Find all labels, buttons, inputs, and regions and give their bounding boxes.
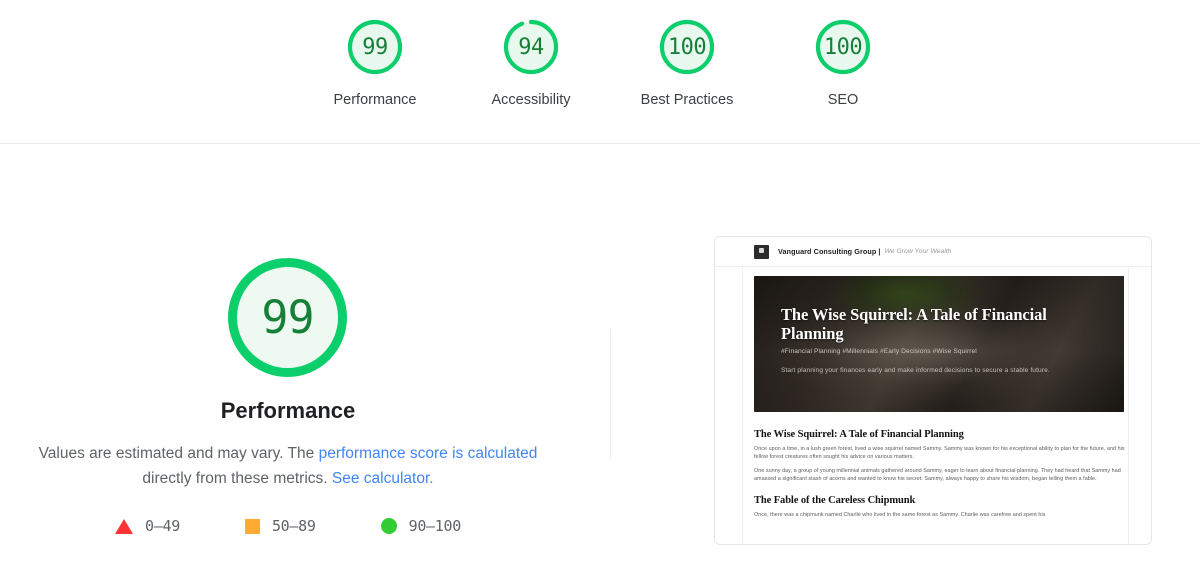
disclaimer-text-mid: directly from these metrics. (142, 470, 332, 487)
score-scale-legend: 0–49 50–89 90–100 (36, 517, 540, 535)
legend-range-average: 50–89 (271, 517, 316, 535)
legend-item-average: 50–89 (244, 517, 316, 535)
score-gauge-accessibility: 94 (500, 16, 562, 78)
category-score-accessibility[interactable]: 94 Accessibility (453, 16, 609, 108)
hero-tags: #Financial Planning #Millennials #Early … (781, 348, 977, 355)
category-score-seo[interactable]: 100 SEO (765, 16, 921, 108)
panel-divider (610, 329, 611, 459)
performance-summary-panel: 99 Performance Values are estimated and … (0, 144, 610, 578)
article-paragraph-2: One sunny day, a group of young millenni… (754, 467, 1121, 483)
score-gauge-performance: 99 (344, 16, 406, 78)
square-icon (244, 518, 260, 534)
triangle-icon (115, 518, 133, 534)
performance-score-calculated-link[interactable]: performance score is calculated (319, 445, 538, 462)
thumbnail-site-body: The Wise Squirrel: A Tale of Financial P… (715, 267, 1151, 412)
thumbnail-article: The Wise Squirrel: A Tale of Financial P… (715, 267, 1151, 544)
disclaimer-text-lead: Values are estimated and may vary. The (38, 445, 319, 462)
legend-range-pass: 90–100 (408, 517, 462, 535)
lighthouse-score-strip: 99 Performance 94 Accessibility 100 Best… (0, 0, 1200, 144)
score-gauge-seo: 100 (812, 16, 874, 78)
score-value-performance: 99 (362, 34, 388, 60)
performance-disclaimer: Values are estimated and may vary. The p… (18, 441, 558, 491)
performance-title: Performance (220, 398, 356, 423)
score-value-best-practices: 100 (667, 34, 707, 60)
score-value-seo: 100 (823, 34, 863, 60)
score-label-seo: SEO (827, 92, 859, 108)
thumbnail-site-header: Vanguard Consulting Group | We Grow Your… (715, 237, 1151, 267)
legend-item-fail: 0–49 (115, 517, 180, 535)
score-gauge-best-practices: 100 (656, 16, 718, 78)
article-heading-2: The Fable of the Careless Chipmunk (754, 494, 916, 506)
article-gutter-left (742, 267, 743, 544)
hero-subtitle: Start planning your finances early and m… (781, 367, 1050, 374)
score-label-performance: Performance (333, 92, 417, 108)
site-brand-name: Vanguard Consulting Group | (778, 247, 881, 256)
category-score-list: 99 Performance 94 Accessibility 100 Best… (297, 16, 921, 108)
circle-icon (380, 518, 397, 534)
category-score-performance[interactable]: 99 Performance (297, 16, 453, 108)
thumbnail-hero-banner: The Wise Squirrel: A Tale of Financial P… (754, 276, 1124, 412)
score-label-best-practices: Best Practices (640, 92, 734, 108)
see-calculator-link[interactable]: See calculator. (332, 470, 434, 487)
article-paragraph-3: Once, there was a chipmunk named Charlie… (754, 511, 1046, 518)
site-logo-icon (754, 244, 769, 259)
article-heading-1: The Wise Squirrel: A Tale of Financial P… (754, 429, 964, 440)
legend-range-fail: 0–49 (145, 517, 180, 535)
performance-gauge-large: 99 (222, 252, 353, 383)
final-screenshot-thumbnail[interactable]: Vanguard Consulting Group | We Grow Your… (714, 236, 1152, 545)
hero-text-block: The Wise Squirrel: A Tale of Financial P… (781, 305, 1102, 374)
score-value-accessibility: 94 (518, 34, 544, 60)
legend-item-pass: 90–100 (380, 517, 462, 535)
hero-title: The Wise Squirrel: A Tale of Financial P… (781, 305, 1047, 343)
site-tagline: We Grow Your Wealth (884, 248, 952, 255)
article-gutter-right (1128, 267, 1129, 544)
performance-score-value: 99 (261, 291, 314, 344)
article-paragraph-1: Once upon a time, in a lush green forest… (754, 446, 1125, 461)
performance-section: 99 Performance Values are estimated and … (0, 144, 1200, 578)
category-score-best-practices[interactable]: 100 Best Practices (609, 16, 765, 108)
score-label-accessibility: Accessibility (491, 92, 571, 108)
